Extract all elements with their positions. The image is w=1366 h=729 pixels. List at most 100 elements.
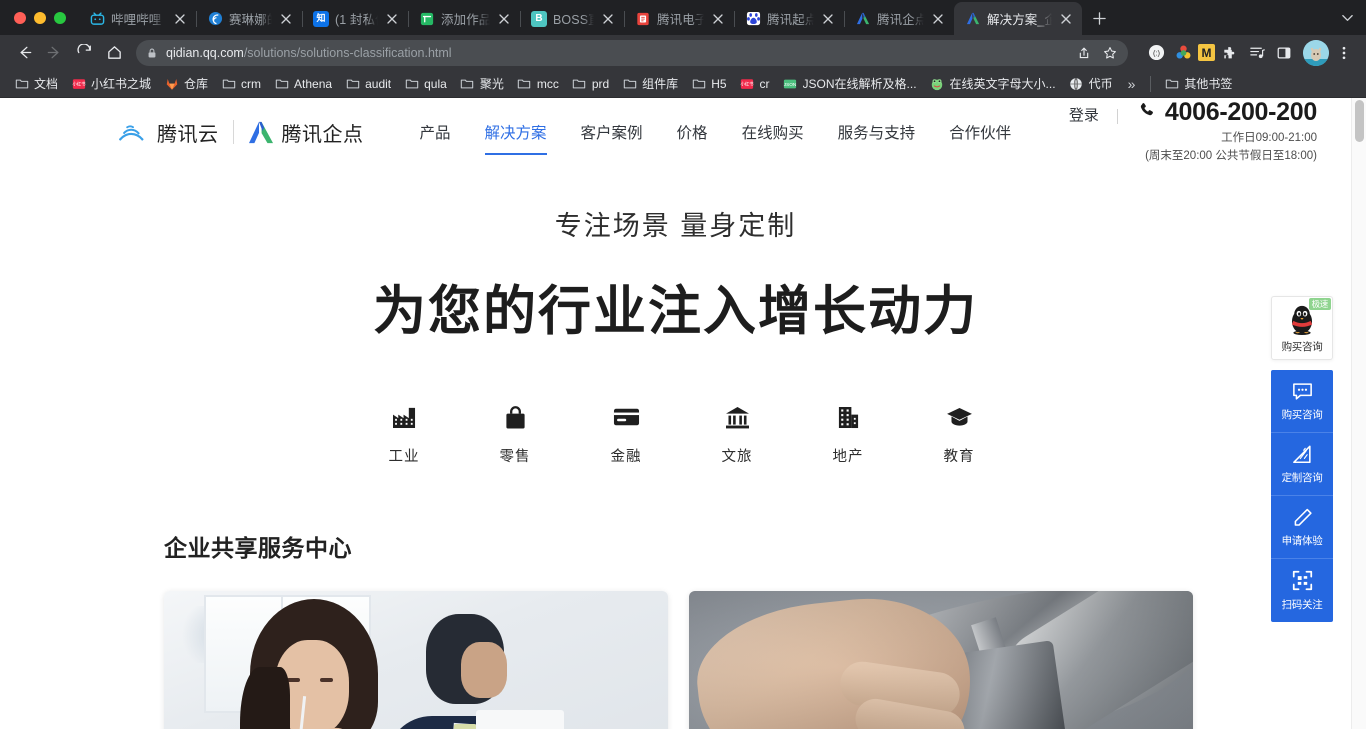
action-apply-trial[interactable]: 申请体验 <box>1271 496 1333 559</box>
main-nav: 产品 解决方案 客户案例 价格 在线购买 服务与支持 合作伙伴 <box>420 99 1011 165</box>
industry-item-finance[interactable]: 金融 <box>571 403 682 466</box>
nav-item-partners[interactable]: 合作伙伴 <box>949 99 1011 165</box>
scrollbar-thumb[interactable] <box>1355 100 1364 142</box>
close-icon[interactable] <box>172 11 188 27</box>
industry-item-culture-tourism[interactable]: 文旅 <box>682 403 793 466</box>
tab-qidian-service[interactable]: 腾讯企点客服 <box>844 2 954 35</box>
close-icon[interactable] <box>278 11 294 27</box>
tab-title: BOSS直聘 <box>553 13 594 27</box>
logo-group: 腾讯云 腾讯企点 <box>118 118 364 147</box>
close-icon[interactable] <box>496 11 512 27</box>
close-icon[interactable] <box>600 11 616 27</box>
bookmark-prd[interactable]: prd <box>566 73 615 94</box>
bookmark-athena[interactable]: Athena <box>268 73 338 94</box>
solution-card-shared-service[interactable] <box>164 591 668 729</box>
tencent-cloud-logo[interactable]: 腾讯云 <box>118 118 219 147</box>
tab-selena[interactable]: 赛琳娜的黄金 <box>196 2 302 35</box>
industry-item-real-estate[interactable]: 地产 <box>793 403 904 466</box>
bookmarks-overflow-button[interactable]: » <box>1120 76 1144 92</box>
tencent-cloud-name: 腾讯云 <box>157 123 219 146</box>
industry-item-industrial[interactable]: 工业 <box>349 403 460 466</box>
floating-contact-panel: 极速 购买咨询 购买咨询 定制咨询 申请体验 扫码关注 <box>1271 296 1333 622</box>
back-button[interactable] <box>10 39 38 67</box>
solution-card-robotics[interactable] <box>689 591 1193 729</box>
puzzle-extensions-icon[interactable] <box>1218 41 1242 65</box>
avatar[interactable] <box>1303 39 1329 66</box>
boss-icon: B <box>531 10 547 27</box>
playlist-icon[interactable] <box>1245 41 1269 65</box>
bookmark-qula[interactable]: qula <box>398 73 453 94</box>
industry-item-education[interactable]: 教育 <box>904 403 1015 466</box>
bookmark-cangku[interactable]: 仓库 <box>158 72 214 95</box>
bookmark-json-parser[interactable]: JSON JSON在线解析及格... <box>777 72 923 95</box>
tab-zhihu-inbox[interactable]: 知 (1 封私信 / 39 <box>302 2 408 35</box>
bookmark-wendang[interactable]: 文档 <box>8 72 64 95</box>
side-panel-icon[interactable] <box>1272 41 1296 65</box>
bookmark-h5[interactable]: H5 <box>685 73 732 94</box>
phone-hours: 工作日09:00-21:00 (周末至20:00 公共节假日至18:00) <box>1138 130 1317 166</box>
url-path: /solutions/solutions-classification.html <box>243 45 452 60</box>
bookmark-letter-case[interactable]: 在线英文字母大小... <box>924 72 1062 95</box>
color-wheel-extension-icon[interactable] <box>1171 41 1195 65</box>
page-viewport: 腾讯云 腾讯企点 产品 解决方案 客户案例 价格 在线购买 服务与支持 合作伙伴… <box>0 98 1366 729</box>
svg-text:小红书: 小红书 <box>72 80 86 87</box>
bookmark-zujianku[interactable]: 组件库 <box>616 72 684 95</box>
close-window-button[interactable] <box>14 11 26 24</box>
star-icon[interactable] <box>1098 41 1122 65</box>
tab-add-portfolio[interactable]: 添加作品案例 <box>408 2 520 35</box>
tab-solutions-active[interactable]: 解决方案_企点 <box>954 2 1082 35</box>
folder-icon <box>691 76 706 91</box>
bookmark-cr[interactable]: 小红书 cr <box>734 73 776 94</box>
close-icon[interactable] <box>930 11 946 27</box>
bilibili-icon <box>89 11 105 27</box>
bookmark-xiaohongshu[interactable]: 小红书 小红书之城 <box>65 72 157 95</box>
qidian-logo[interactable]: 腾讯企点 <box>248 118 364 147</box>
bookmark-juguang[interactable]: 聚光 <box>454 72 510 95</box>
close-icon[interactable] <box>1058 11 1074 27</box>
tab-search-button[interactable] <box>1341 0 1366 35</box>
tab-baidu[interactable]: 腾讯起点_百度 <box>734 2 844 35</box>
three-dots-menu-icon[interactable] <box>1332 41 1356 65</box>
action-scan-follow[interactable]: 扫码关注 <box>1271 559 1333 622</box>
home-button[interactable] <box>100 39 128 67</box>
phone-hours-line1: 工作日09:00-21:00 <box>1221 132 1317 145</box>
bookmark-other-bookmarks[interactable]: 其他书签 <box>1158 72 1238 95</box>
share-icon[interactable] <box>1072 41 1096 65</box>
reload-button[interactable] <box>70 39 98 67</box>
phone-number[interactable]: 4006-200-200 <box>1165 98 1317 127</box>
action-purchase-consult[interactable]: 购买咨询 <box>1271 370 1333 433</box>
nav-item-pricing[interactable]: 价格 <box>677 99 708 165</box>
bookmark-crm[interactable]: crm <box>215 73 267 94</box>
maximize-window-button[interactable] <box>54 11 66 24</box>
nav-item-solutions[interactable]: 解决方案 <box>484 99 547 165</box>
bookmark-mcc[interactable]: mcc <box>511 73 565 94</box>
address-bar[interactable]: qidian.qq.com/solutions/solutions-classi… <box>136 39 1128 66</box>
qq-penguin-icon <box>1287 303 1318 341</box>
nav-item-cases[interactable]: 客户案例 <box>581 99 643 165</box>
action-custom-consult[interactable]: 定制咨询 <box>1271 433 1333 496</box>
close-icon[interactable] <box>820 11 836 27</box>
forward-button[interactable] <box>40 39 68 67</box>
bookmark-audit[interactable]: audit <box>339 73 397 94</box>
close-icon[interactable] <box>384 11 400 27</box>
nav-item-online-purchase[interactable]: 在线购买 <box>742 99 804 165</box>
qq-consult-card[interactable]: 极速 购买咨询 <box>1271 296 1333 360</box>
nav-item-products[interactable]: 产品 <box>420 99 451 165</box>
minimize-window-button[interactable] <box>34 11 46 24</box>
bookmark-label: 组件库 <box>642 77 679 91</box>
tab-bilibili[interactable]: 哔哩哔哩 (゜-゜)つ <box>78 2 196 35</box>
nav-item-service-support[interactable]: 服务与支持 <box>838 99 916 165</box>
page-scrollbar[interactable] <box>1351 98 1366 729</box>
new-tab-button[interactable] <box>1082 2 1116 35</box>
tab-boss-zhipin[interactable]: B BOSS直聘 <box>520 2 624 35</box>
tab-tencent-electronics[interactable]: 腾讯电子行业 <box>624 2 734 35</box>
close-icon[interactable] <box>710 11 726 27</box>
momentum-extension-icon[interactable]: M <box>1198 44 1215 61</box>
login-button[interactable]: 登录 <box>1069 98 1099 125</box>
bookmark-label: 小红书之城 <box>91 77 152 91</box>
bookmark-label: cr <box>759 76 770 91</box>
industry-item-retail[interactable]: 零售 <box>460 403 571 466</box>
bookmark-daibi[interactable]: 代币 <box>1063 72 1119 95</box>
smiley-extension-icon[interactable]: (:) <box>1144 41 1168 65</box>
museum-icon <box>725 403 750 431</box>
